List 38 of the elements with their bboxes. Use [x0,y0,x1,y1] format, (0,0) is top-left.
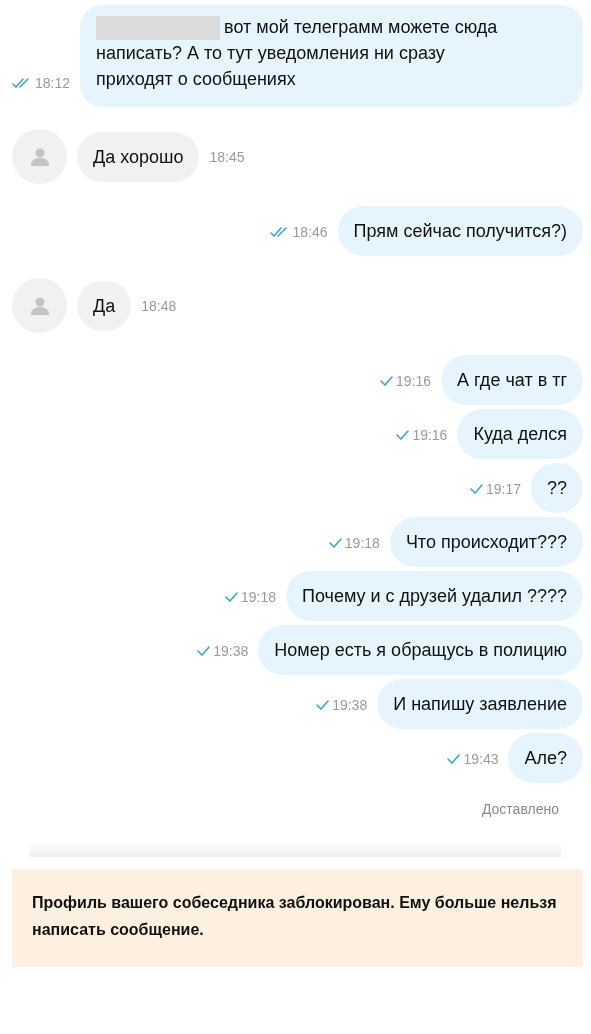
check-icon [224,592,238,602]
message-time: 19:38 [332,697,368,713]
message-time: 19:38 [213,643,249,659]
check-icon [328,538,342,548]
user-icon [30,147,49,166]
message-bubble: Почему и с друзей удалил ???? [285,571,583,621]
message-bubble: ?? [530,463,583,513]
delivery-status: Доставлено [480,800,560,817]
blocked-notice: Профиль вашего собеседника заблокирован. Ему больше нельзя написать сообщение. [12,869,583,967]
message-time: 18:48 [141,297,177,314]
message-bubble: Куда делся [457,409,583,459]
message-time: 19:43 [463,751,499,767]
message-bubble: Что происходит??? [389,517,583,567]
check-icon [447,754,461,764]
message-time: 18:45 [209,148,245,165]
message-bubble: вот мой телеграмм можете сюда написать? А то тут уведомления ни сразу приходят о сообщениях [80,5,583,107]
message-bubble: Але? [508,733,583,783]
message-time: 18:46 [292,224,328,240]
check-icon [396,430,410,440]
check-icon [316,700,330,710]
double-check-icon [12,78,32,88]
message-time: 19:16 [412,427,448,443]
check-icon [380,376,394,386]
user-icon [30,296,49,315]
message-bubble: Номер есть я обращусь в полицию [258,625,583,675]
message-bubble: Да хорошо [77,131,200,182]
check-icon [197,646,211,656]
message-bubble: А где чат в тг [441,355,583,405]
double-check-icon [269,227,290,237]
message-time: 18:12 [35,75,71,91]
check-icon [469,484,483,494]
message-time: 19:16 [396,373,432,389]
message-time: 19:18 [344,535,380,551]
message-time: 19:17 [485,481,521,497]
message-bubble: Да [77,280,132,331]
message-time: 19:18 [240,589,276,605]
message-bubble: И напишу заявление [377,679,583,729]
message-bubble: Прям сейчас получится?) [337,206,583,256]
